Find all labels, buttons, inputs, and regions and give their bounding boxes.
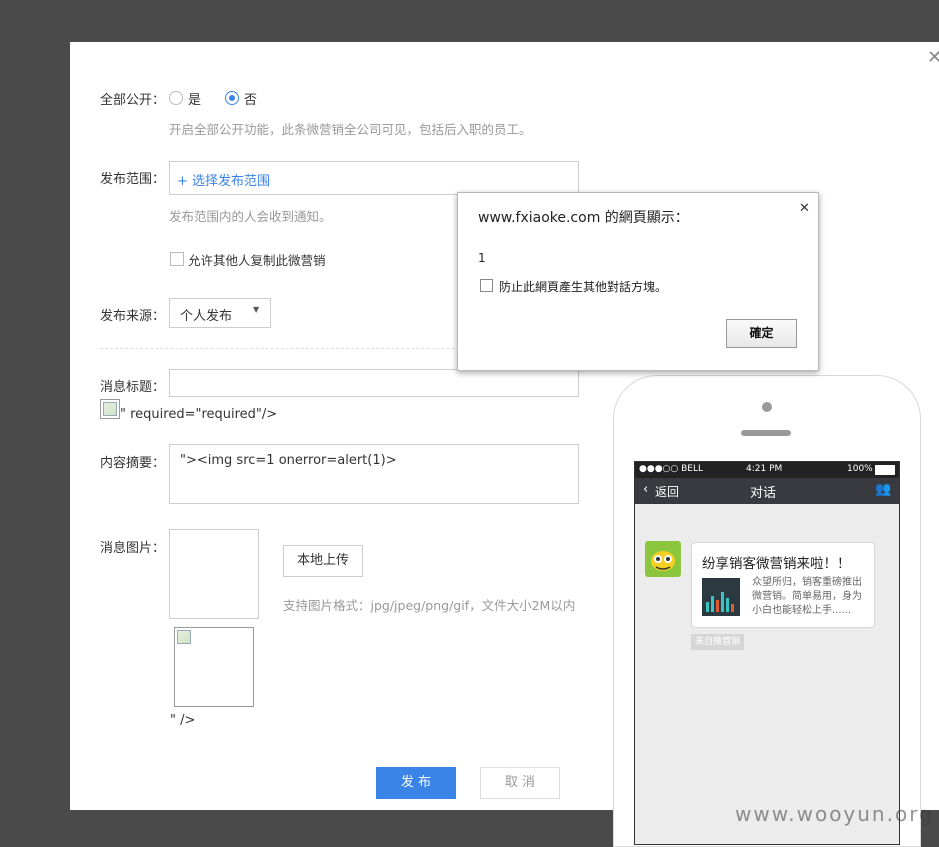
- phone-camera: [762, 402, 772, 412]
- scope-hint: 发布范围内的人会收到通知。: [169, 209, 332, 224]
- title-overflow-text: " required="required"/>: [120, 407, 278, 422]
- scope-label: 发布范围：: [100, 172, 166, 187]
- allow-copy-checkbox[interactable]: [170, 252, 184, 266]
- publish-button[interactable]: 发 布: [376, 767, 456, 799]
- close-icon[interactable]: ✕: [927, 49, 939, 67]
- image-overflow-text: " />: [170, 713, 196, 728]
- nav-back-label[interactable]: 返回: [655, 483, 679, 500]
- phone-speaker: [741, 430, 791, 436]
- broken-image-icon: [100, 399, 120, 419]
- upload-hint: 支持图片格式：jpg/jpeg/png/gif，文件大小2M以内: [283, 598, 576, 613]
- source-label: 发布来源：: [100, 309, 166, 324]
- message-bubble[interactable]: 纷享销客微营销来啦！！ 众望所归，销客重磅推出微营销。简单易用，身为小白也能轻松…: [691, 542, 875, 628]
- summary-value: "><img src=1 onerror=alert(1)>: [180, 453, 397, 468]
- status-carrier: ●●●○○ BELL: [639, 464, 704, 474]
- prevent-dialogs-checkbox[interactable]: [480, 279, 493, 292]
- bubble-thumbnail: [702, 578, 740, 616]
- source-tag: 来自微营销: [691, 634, 745, 650]
- image-placeholder[interactable]: [169, 529, 259, 619]
- alert-title: www.fxiaoke.com 的網頁顯示：: [478, 210, 689, 226]
- title-input[interactable]: [169, 369, 579, 397]
- watermark: www.wooyun.org: [735, 802, 934, 826]
- summary-label: 内容摘要：: [100, 456, 166, 471]
- public-label: 全部公开：: [100, 93, 166, 108]
- public-yes-radio[interactable]: [169, 91, 183, 105]
- chevron-down-icon: ▼: [253, 305, 260, 314]
- close-icon[interactable]: ✕: [799, 201, 810, 216]
- contact-icon[interactable]: 👥: [875, 482, 891, 497]
- back-chevron-icon[interactable]: ‹: [643, 482, 648, 497]
- public-hint: 开启全部公开功能，此条微营销全公司可见，包括后入职的员工。: [169, 122, 532, 137]
- allow-copy-label: 允许其他人复制此微营销: [188, 253, 326, 268]
- battery-icon: [875, 465, 895, 475]
- phone-status-bar: ●●●○○ BELL 4:21 PM 100%: [635, 462, 899, 478]
- alert-dialog: www.fxiaoke.com 的網頁顯示： ✕ 1 防止此網頁產生其他對話方塊…: [457, 192, 819, 371]
- summary-textarea[interactable]: "><img src=1 onerror=alert(1)>: [169, 444, 579, 504]
- select-scope-link[interactable]: + 选择发布范围: [177, 170, 270, 189]
- alert-message: 1: [478, 251, 486, 265]
- status-battery: 100%: [847, 464, 873, 474]
- avatar: [645, 541, 681, 577]
- status-time: 4:21 PM: [746, 464, 783, 474]
- public-yes-label: 是: [188, 93, 202, 108]
- public-no-label: 否: [244, 93, 258, 108]
- prevent-dialogs-label: 防止此網頁產生其他對話方塊。: [499, 280, 668, 294]
- broken-image-icon: [174, 627, 254, 707]
- cancel-button[interactable]: 取 消: [480, 767, 560, 799]
- nav-title: 对话: [750, 486, 777, 501]
- phone-nav-bar: ‹ 返回 对话 👥: [635, 478, 899, 504]
- scope-field[interactable]: + 选择发布范围: [169, 161, 579, 195]
- image-label: 消息图片：: [100, 541, 166, 556]
- title-label: 消息标题：: [100, 380, 166, 395]
- bubble-title: 纷享销客微营销来啦！！: [702, 556, 851, 572]
- bubble-text: 众望所归，销客重磅推出微营销。简单易用，身为小白也能轻松上手......: [752, 577, 862, 616]
- local-upload-button[interactable]: 本地上传: [283, 545, 363, 577]
- public-no-radio[interactable]: [225, 91, 239, 105]
- source-select-value: 个人发布: [180, 309, 233, 324]
- phone-screen: ●●●○○ BELL 4:21 PM 100% ‹ 返回 对话 👥 纷享销客微营…: [634, 461, 900, 845]
- ok-button[interactable]: 確定: [726, 319, 797, 348]
- source-select[interactable]: 个人发布 ▼: [169, 298, 271, 328]
